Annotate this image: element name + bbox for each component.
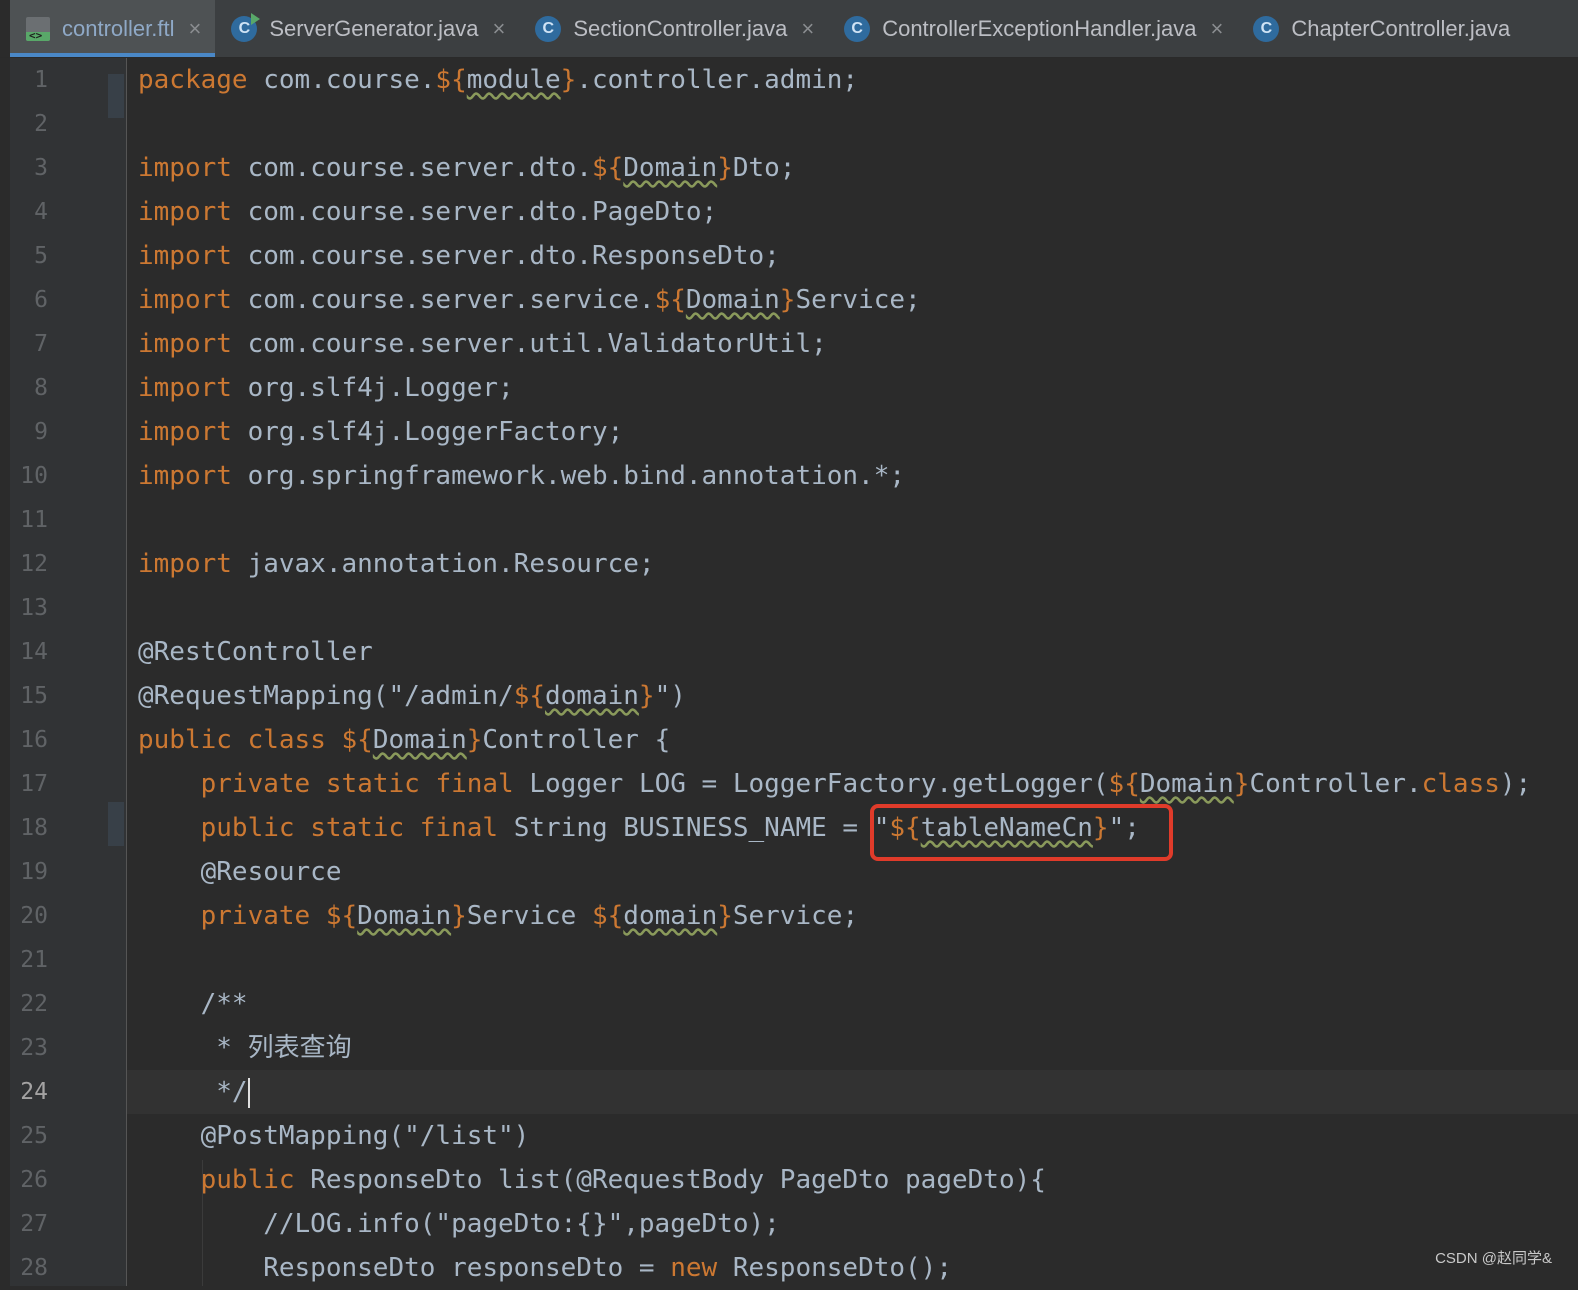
close-tab-icon[interactable]: × (189, 16, 202, 42)
code-line[interactable]: @RestController (127, 630, 1578, 674)
line-number[interactable]: 13 (10, 586, 48, 630)
editor-tab-bar: <> controller.ftl × C ServerGenerator.java × C… (0, 0, 1578, 58)
code-line[interactable]: ResponseDto responseDto = new ResponseDt… (127, 1246, 1578, 1290)
ftl-icon-glyph: <> (29, 28, 43, 41)
tab-controllerexceptionhandler-java[interactable]: C ControllerExceptionHandler.java × (828, 0, 1237, 57)
ftl-file-icon: <> (26, 16, 50, 41)
line-number[interactable]: 27 (10, 1202, 48, 1246)
code-line[interactable]: @RequestMapping("/admin/${domain}") (127, 674, 1578, 718)
code-line[interactable]: import com.course.server.dto.PageDto; (127, 190, 1578, 234)
line-number[interactable]: 6 (10, 278, 48, 322)
line-number[interactable]: 18 (10, 806, 48, 850)
line-number[interactable]: 23 (10, 1026, 48, 1070)
close-tab-icon[interactable]: × (1211, 16, 1224, 42)
tab-label: ControllerExceptionHandler.java (882, 15, 1197, 41)
tabs-container: <> controller.ftl × C ServerGenerator.java × C… (10, 0, 1524, 57)
line-number[interactable]: 22 (10, 982, 48, 1026)
line-number[interactable]: 21 (10, 938, 48, 982)
line-number[interactable]: 16 (10, 718, 48, 762)
line-number[interactable]: 25 (10, 1114, 48, 1158)
tab-sectioncontroller-java[interactable]: C SectionController.java × (519, 0, 828, 57)
line-number[interactable]: 2 (10, 102, 48, 146)
close-tab-icon[interactable]: × (492, 16, 505, 42)
line-number[interactable]: 7 (10, 322, 48, 366)
code-line[interactable]: import com.course.server.service.${Domai… (127, 278, 1578, 322)
line-number[interactable]: 12 (10, 542, 48, 586)
java-class-runnable-icon: C (231, 12, 261, 42)
code-line[interactable]: * 列表查询 (127, 1026, 1578, 1070)
tab-bar-left-padding (0, 0, 10, 57)
watermark: CSDN @赵同学& (1435, 1250, 1552, 1267)
code-line[interactable]: /** (127, 982, 1578, 1026)
java-class-icon: C (844, 15, 871, 42)
code-line[interactable] (127, 102, 1578, 146)
code-line[interactable]: import org.springframework.web.bind.anno… (127, 454, 1578, 498)
java-class-icon: C (1253, 15, 1280, 42)
line-number[interactable]: 8 (10, 366, 48, 410)
code-line[interactable]: package com.course.${module}.controller.… (127, 58, 1578, 102)
code-line[interactable]: import com.course.server.dto.ResponseDto… (127, 234, 1578, 278)
gutter-edge (0, 58, 10, 1286)
text-caret (247, 1077, 250, 1108)
line-number[interactable]: 11 (10, 498, 48, 542)
code-line[interactable]: public static final String BUSINESS_NAME… (127, 806, 1578, 850)
code-line[interactable]: //LOG.info("pageDto:{}",pageDto); (127, 1202, 1578, 1246)
vcs-change-marker[interactable] (108, 802, 124, 846)
line-number[interactable]: 9 (10, 410, 48, 454)
line-number[interactable]: 15 (10, 674, 48, 718)
code-line[interactable]: */ (127, 1070, 1578, 1114)
code-line[interactable]: private ${Domain}Service ${domain}Servic… (127, 894, 1578, 938)
vcs-change-marker[interactable] (108, 74, 124, 118)
tab-servergenerator-java[interactable]: C ServerGenerator.java × (215, 0, 519, 57)
code-line[interactable]: import org.slf4j.Logger; (127, 366, 1578, 410)
highlight-annotation-box (870, 804, 1173, 861)
line-number[interactable]: 26 (10, 1158, 48, 1202)
line-number[interactable]: 28 (10, 1246, 48, 1290)
tab-label: controller.ftl (62, 15, 175, 41)
java-class-icon: C (535, 15, 562, 42)
code-line[interactable]: import org.slf4j.LoggerFactory; (127, 410, 1578, 454)
code-line[interactable] (127, 586, 1578, 630)
tab-label: ServerGenerator.java (269, 15, 479, 41)
tab-label: ChapterController.java (1291, 15, 1511, 41)
tab-chaptercontroller-java[interactable]: C ChapterController.java (1237, 0, 1524, 57)
line-number[interactable]: 14 (10, 630, 48, 674)
line-number[interactable]: 3 (10, 146, 48, 190)
code-line[interactable]: import com.course.server.dto.${Domain}Dt… (127, 146, 1578, 190)
line-number[interactable]: 1 (10, 58, 48, 102)
line-number[interactable]: 24 (10, 1070, 48, 1114)
code-line[interactable] (127, 498, 1578, 542)
line-number[interactable]: 20 (10, 894, 48, 938)
code-line[interactable]: import javax.annotation.Resource; (127, 542, 1578, 586)
line-number[interactable]: 19 (10, 850, 48, 894)
code-line[interactable] (127, 938, 1578, 982)
tab-controller-ftl[interactable]: <> controller.ftl × (10, 0, 216, 57)
line-number-gutter[interactable]: 1 2 3 4 5 6 7 8 9 10 11 12 13 14 15 16 17 18 19 20 21 22 23 24 2… (0, 58, 127, 1286)
line-number[interactable]: 4 (10, 190, 48, 234)
code-line[interactable]: import com.course.server.util.ValidatorU… (127, 322, 1578, 366)
close-tab-icon[interactable]: × (801, 16, 814, 42)
tab-label: SectionController.java (573, 15, 788, 41)
code-line[interactable]: @Resource (127, 850, 1578, 894)
code-line[interactable]: @PostMapping("/list") (127, 1114, 1578, 1158)
line-number[interactable]: 5 (10, 234, 48, 278)
line-number[interactable]: 10 (10, 454, 48, 498)
code-line[interactable]: public class ${Domain}Controller { (127, 718, 1578, 762)
code-editor[interactable]: package com.course.${module}.controller.… (127, 58, 1578, 1286)
line-number[interactable]: 17 (10, 762, 48, 806)
code-line[interactable]: public ResponseDto list(@RequestBody Pag… (127, 1158, 1578, 1202)
code-line[interactable]: private static final Logger LOG = Logger… (127, 762, 1578, 806)
